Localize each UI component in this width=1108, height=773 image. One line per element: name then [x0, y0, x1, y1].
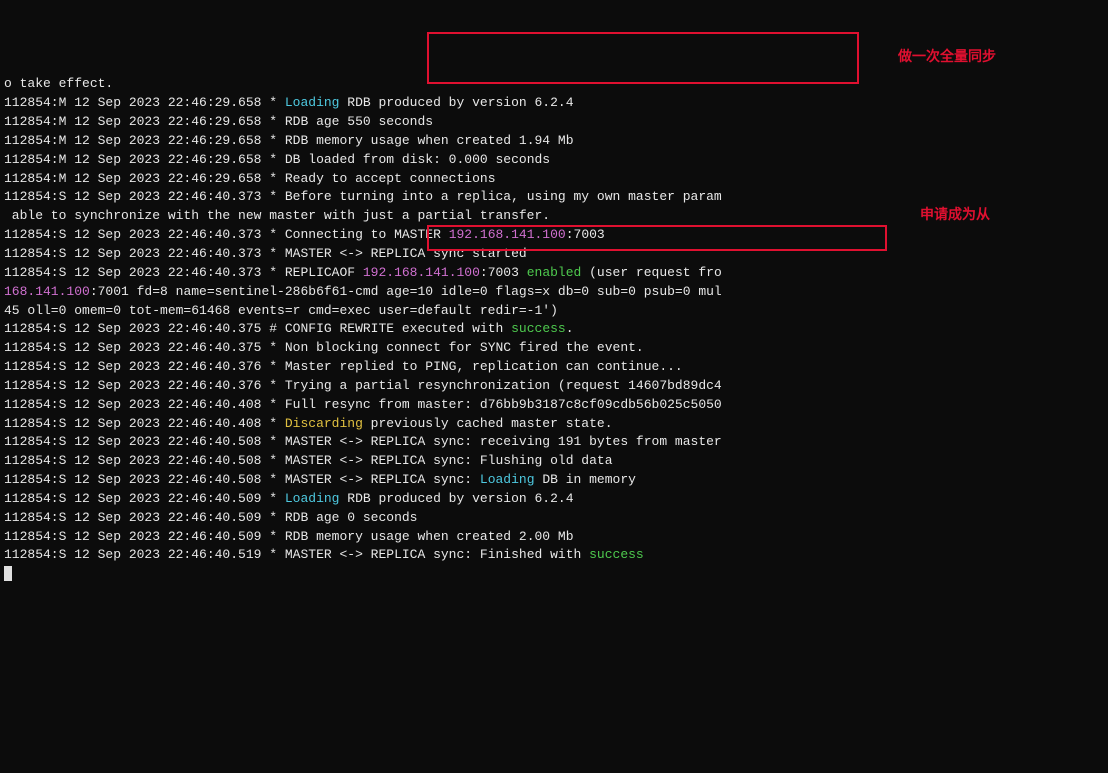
log-line: 112854:S 12 Sep 2023 22:46:40.509 * RDB …	[4, 528, 1104, 547]
log-line: 112854:S 12 Sep 2023 22:46:40.408 * Disc…	[4, 415, 1104, 434]
log-line: 112854:M 12 Sep 2023 22:46:29.658 * RDB …	[4, 132, 1104, 151]
log-line: 112854:S 12 Sep 2023 22:46:40.509 * RDB …	[4, 509, 1104, 528]
log-line: 112854:S 12 Sep 2023 22:46:40.508 * MAST…	[4, 433, 1104, 452]
log-line: 112854:S 12 Sep 2023 22:46:40.375 # CONF…	[4, 320, 1104, 339]
log-line: 112854:M 12 Sep 2023 22:46:29.658 * Read…	[4, 170, 1104, 189]
log-line: 112854:M 12 Sep 2023 22:46:29.658 * RDB …	[4, 113, 1104, 132]
log-line: 112854:M 12 Sep 2023 22:46:29.658 * Load…	[4, 94, 1104, 113]
log-line: 112854:S 12 Sep 2023 22:46:40.376 * Tryi…	[4, 377, 1104, 396]
log-line: 112854:S 12 Sep 2023 22:46:40.373 * Befo…	[4, 188, 1104, 207]
log-line: 112854:S 12 Sep 2023 22:46:40.508 * MAST…	[4, 452, 1104, 471]
log-line: 112854:S 12 Sep 2023 22:46:40.408 * Full…	[4, 396, 1104, 415]
log-line: 112854:M 12 Sep 2023 22:46:29.658 * DB l…	[4, 151, 1104, 170]
cursor	[4, 566, 12, 581]
log-line: 112854:S 12 Sep 2023 22:46:40.508 * MAST…	[4, 471, 1104, 490]
log-line: able to synchronize with the new master …	[4, 207, 1104, 226]
cursor-line	[4, 565, 1104, 584]
annotation-full-sync: 做一次全量同步	[898, 46, 996, 66]
log-line: 112854:S 12 Sep 2023 22:46:40.373 * MAST…	[4, 245, 1104, 264]
log-line: 112854:S 12 Sep 2023 22:46:40.373 * REPL…	[4, 264, 1104, 283]
log-line: 112854:S 12 Sep 2023 22:46:40.376 * Mast…	[4, 358, 1104, 377]
log-line: 112854:S 12 Sep 2023 22:46:40.375 * Non …	[4, 339, 1104, 358]
log-line: 112854:S 12 Sep 2023 22:46:40.519 * MAST…	[4, 546, 1104, 565]
log-line: 168.141.100:7001 fd=8 name=sentinel-286b…	[4, 283, 1104, 302]
log-line: 45 oll=0 omem=0 tot-mem=61468 events=r c…	[4, 302, 1104, 321]
log-line: 112854:S 12 Sep 2023 22:46:40.373 * Conn…	[4, 226, 1104, 245]
terminal-output: o take effect.112854:M 12 Sep 2023 22:46…	[0, 75, 1108, 584]
log-line: 112854:S 12 Sep 2023 22:46:40.509 * Load…	[4, 490, 1104, 509]
log-line: o take effect.	[4, 75, 1104, 94]
